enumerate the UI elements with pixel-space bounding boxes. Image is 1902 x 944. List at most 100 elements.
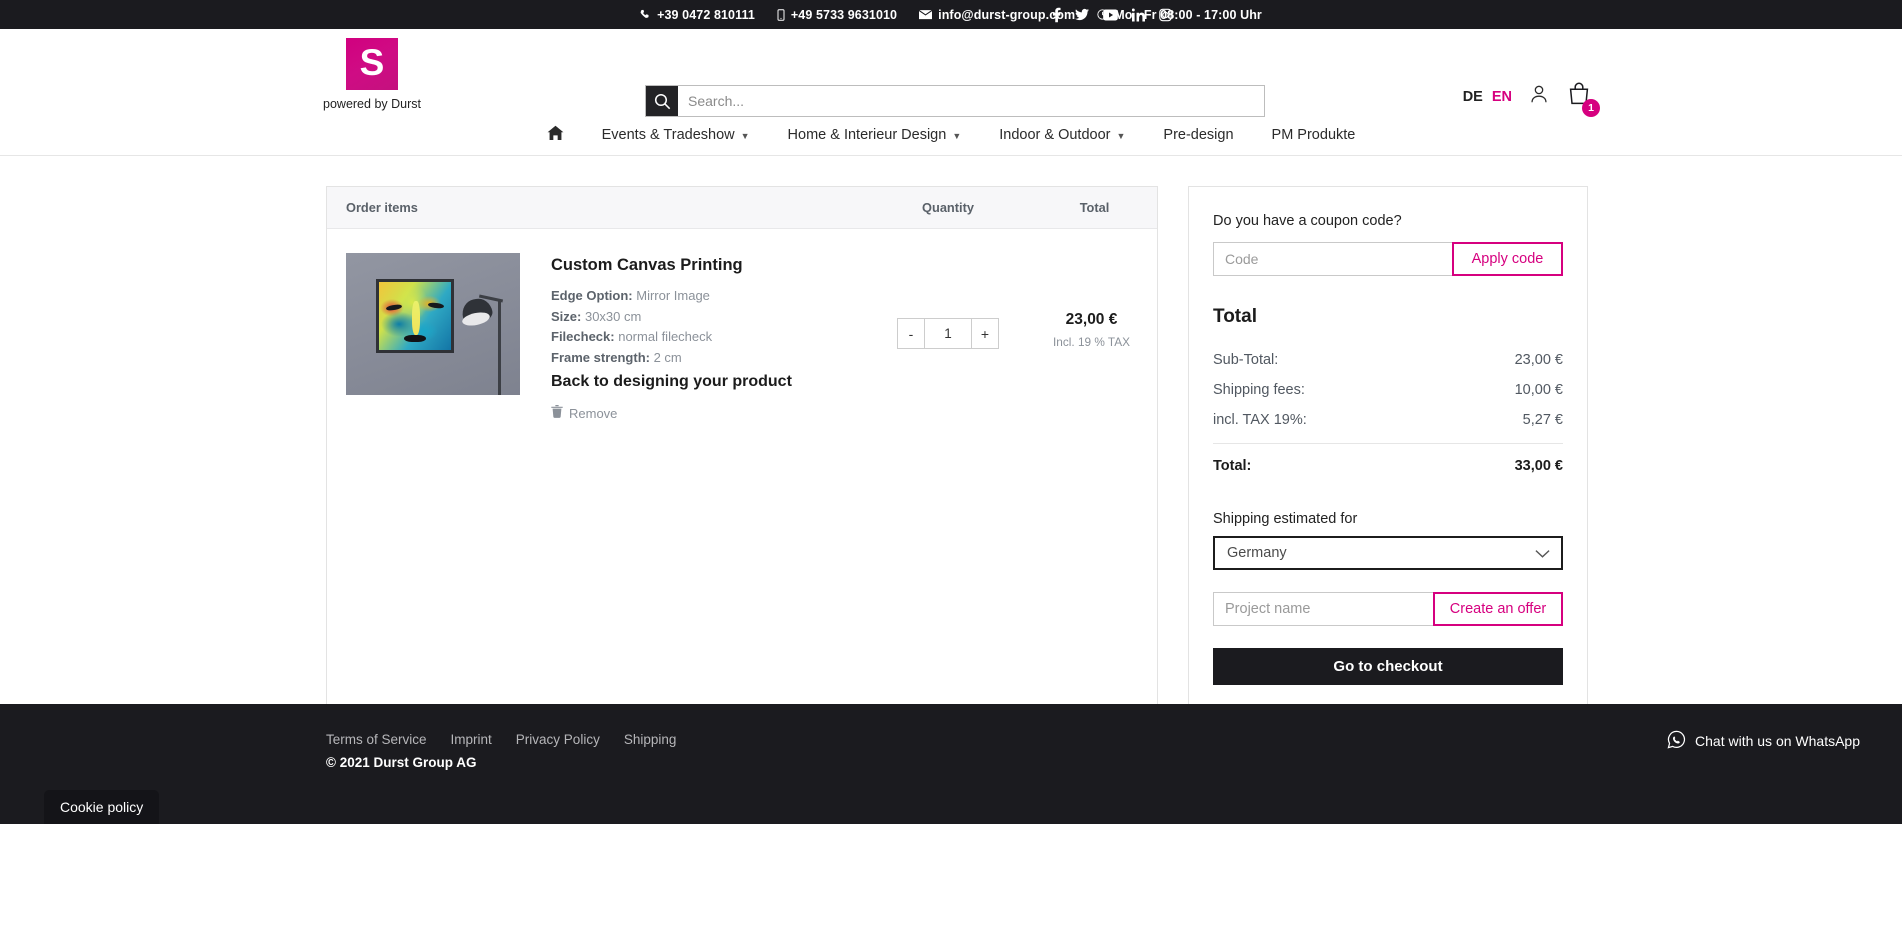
summary-label: Total:	[1213, 458, 1251, 474]
cart-button[interactable]: 1	[1566, 81, 1592, 112]
nav-item-home[interactable]	[528, 125, 583, 145]
coupon-input[interactable]	[1213, 242, 1452, 276]
twitter-icon[interactable]	[1075, 9, 1089, 21]
spec-value: Mirror Image	[636, 288, 710, 303]
summary-value: 5,27 €	[1523, 412, 1563, 428]
create-offer-button[interactable]: Create an offer	[1433, 592, 1563, 626]
envelope-icon	[919, 10, 932, 20]
spec-value: 30x30 cm	[585, 309, 641, 324]
home-icon	[547, 125, 564, 145]
site-footer: Terms of Service Imprint Privacy Policy …	[0, 704, 1902, 824]
quantity-value[interactable]: 1	[924, 319, 972, 348]
topbar-mobile[interactable]: +49 5733 9631010	[777, 8, 897, 22]
product-spec-edge-option: Edge Option: Mirror Image	[551, 286, 864, 307]
column-header-total: Total	[1032, 200, 1157, 215]
cookie-policy-button[interactable]: Cookie policy	[44, 790, 159, 824]
footer-link-terms-of-service[interactable]: Terms of Service	[326, 732, 427, 747]
line-total-value: 23,00 €	[1032, 311, 1151, 329]
top-contact-bar: +39 0472 810111 +49 5733 9631010 info@du…	[0, 0, 1902, 29]
instagram-icon[interactable]	[1159, 8, 1172, 21]
product-spec-size: Size: 30x30 cm	[551, 307, 864, 328]
summary-label: Sub-Total:	[1213, 352, 1278, 368]
footer-link-privacy-policy[interactable]: Privacy Policy	[516, 732, 600, 747]
nav-item-pm-produkte[interactable]: PM Produkte	[1253, 127, 1375, 143]
nav-label: Events & Tradeshow	[602, 127, 735, 143]
copyright-text: © 2021 Durst Group AG	[326, 755, 476, 770]
site-logo[interactable]: S powered by Durst	[322, 38, 422, 111]
nav-item-indoor-outdoor[interactable]: Indoor & Outdoor ▼	[980, 127, 1144, 143]
apply-code-button[interactable]: Apply code	[1452, 242, 1563, 276]
nav-item-home-interieur-design[interactable]: Home & Interieur Design ▼	[769, 127, 981, 143]
product-thumbnail-cell	[327, 253, 520, 395]
summary-value: 33,00 €	[1515, 458, 1563, 474]
topbar-phone[interactable]: +39 0472 810111	[640, 8, 755, 22]
linkedin-icon[interactable]	[1132, 8, 1145, 21]
cart-panel: Order items Quantity Total	[326, 186, 1158, 710]
search-bar[interactable]	[645, 85, 1265, 117]
line-tax-note: Incl. 19 % TAX	[1032, 335, 1151, 349]
spec-label: Size:	[551, 309, 581, 324]
back-to-design-link[interactable]: Back to designing your product	[551, 373, 864, 391]
chevron-down-icon: ▼	[1116, 131, 1125, 141]
spec-label: Filecheck:	[551, 329, 615, 344]
coupon-form: Apply code	[1213, 242, 1563, 276]
account-button[interactable]	[1528, 83, 1550, 110]
cart-content: Order items Quantity Total	[326, 186, 1588, 710]
quantity-decrease-button[interactable]: -	[898, 319, 924, 348]
coupon-label: Do you have a coupon code?	[1213, 213, 1563, 229]
go-to-checkout-button[interactable]: Go to checkout	[1213, 648, 1563, 685]
quantity-cell: - 1 +	[864, 253, 1032, 349]
language-switcher[interactable]: DE EN	[1463, 89, 1512, 105]
lang-de[interactable]: DE	[1463, 89, 1483, 105]
topbar-mobile-text: +49 5733 9631010	[791, 8, 897, 22]
user-icon	[1528, 83, 1550, 110]
logo-mark: S	[346, 38, 398, 90]
quantity-increase-button[interactable]: +	[972, 319, 998, 348]
facebook-icon[interactable]	[1052, 7, 1061, 22]
create-offer-form: Create an offer	[1213, 592, 1563, 626]
search-icon[interactable]	[646, 86, 678, 116]
trash-icon	[551, 405, 563, 421]
column-header-order-items: Order items	[327, 200, 864, 215]
chevron-down-icon	[1535, 546, 1550, 564]
nav-item-events-tradeshow[interactable]: Events & Tradeshow ▼	[583, 127, 769, 143]
nav-label: Pre-design	[1163, 127, 1233, 143]
shipping-estimate-label: Shipping estimated for	[1213, 511, 1563, 527]
summary-value: 23,00 €	[1515, 352, 1563, 368]
product-info-cell: Custom Canvas Printing Edge Option: Mirr…	[520, 253, 864, 421]
footer-link-imprint[interactable]: Imprint	[451, 732, 492, 747]
nav-label: PM Produkte	[1272, 127, 1356, 143]
summary-row-grand-total: Total: 33,00 €	[1213, 444, 1563, 481]
footer-link-shipping[interactable]: Shipping	[624, 732, 677, 747]
product-image[interactable]	[346, 253, 520, 395]
cart-table-header: Order items Quantity Total	[327, 187, 1157, 229]
search-input[interactable]	[678, 86, 1264, 116]
column-header-quantity: Quantity	[864, 200, 1032, 215]
summary-label: incl. TAX 19%:	[1213, 412, 1307, 428]
line-total-cell: 23,00 € Incl. 19 % TAX	[1032, 253, 1157, 349]
shipping-country-value: Germany	[1227, 545, 1287, 561]
spec-label: Frame strength:	[551, 350, 650, 365]
page-body: Order items Quantity Total	[0, 156, 1902, 824]
whatsapp-chat-button[interactable]: Chat with us on WhatsApp	[1667, 730, 1860, 752]
table-row: Custom Canvas Printing Edge Option: Mirr…	[327, 229, 1157, 449]
spec-value: 2 cm	[654, 350, 682, 365]
youtube-icon[interactable]	[1103, 9, 1118, 20]
header-actions: DE EN 1	[1463, 81, 1592, 112]
topbar-phone-text: +39 0472 810111	[657, 8, 755, 22]
logo-letter: S	[360, 44, 385, 81]
cart-count-badge: 1	[1582, 99, 1600, 117]
mobile-icon	[777, 9, 785, 21]
project-name-input[interactable]	[1213, 592, 1433, 626]
lang-en[interactable]: EN	[1492, 89, 1512, 105]
summary-title: Total	[1213, 306, 1563, 328]
shipping-country-select[interactable]: Germany	[1213, 536, 1563, 570]
remove-item-button[interactable]: Remove	[551, 405, 864, 421]
nav-item-pre-design[interactable]: Pre-design	[1144, 127, 1252, 143]
quantity-stepper[interactable]: - 1 +	[897, 318, 999, 349]
whatsapp-icon	[1667, 730, 1686, 752]
order-summary-panel: Do you have a coupon code? Apply code To…	[1188, 186, 1588, 710]
product-title: Custom Canvas Printing	[551, 256, 864, 275]
chevron-down-icon: ▼	[741, 131, 750, 141]
chevron-down-icon: ▼	[952, 131, 961, 141]
